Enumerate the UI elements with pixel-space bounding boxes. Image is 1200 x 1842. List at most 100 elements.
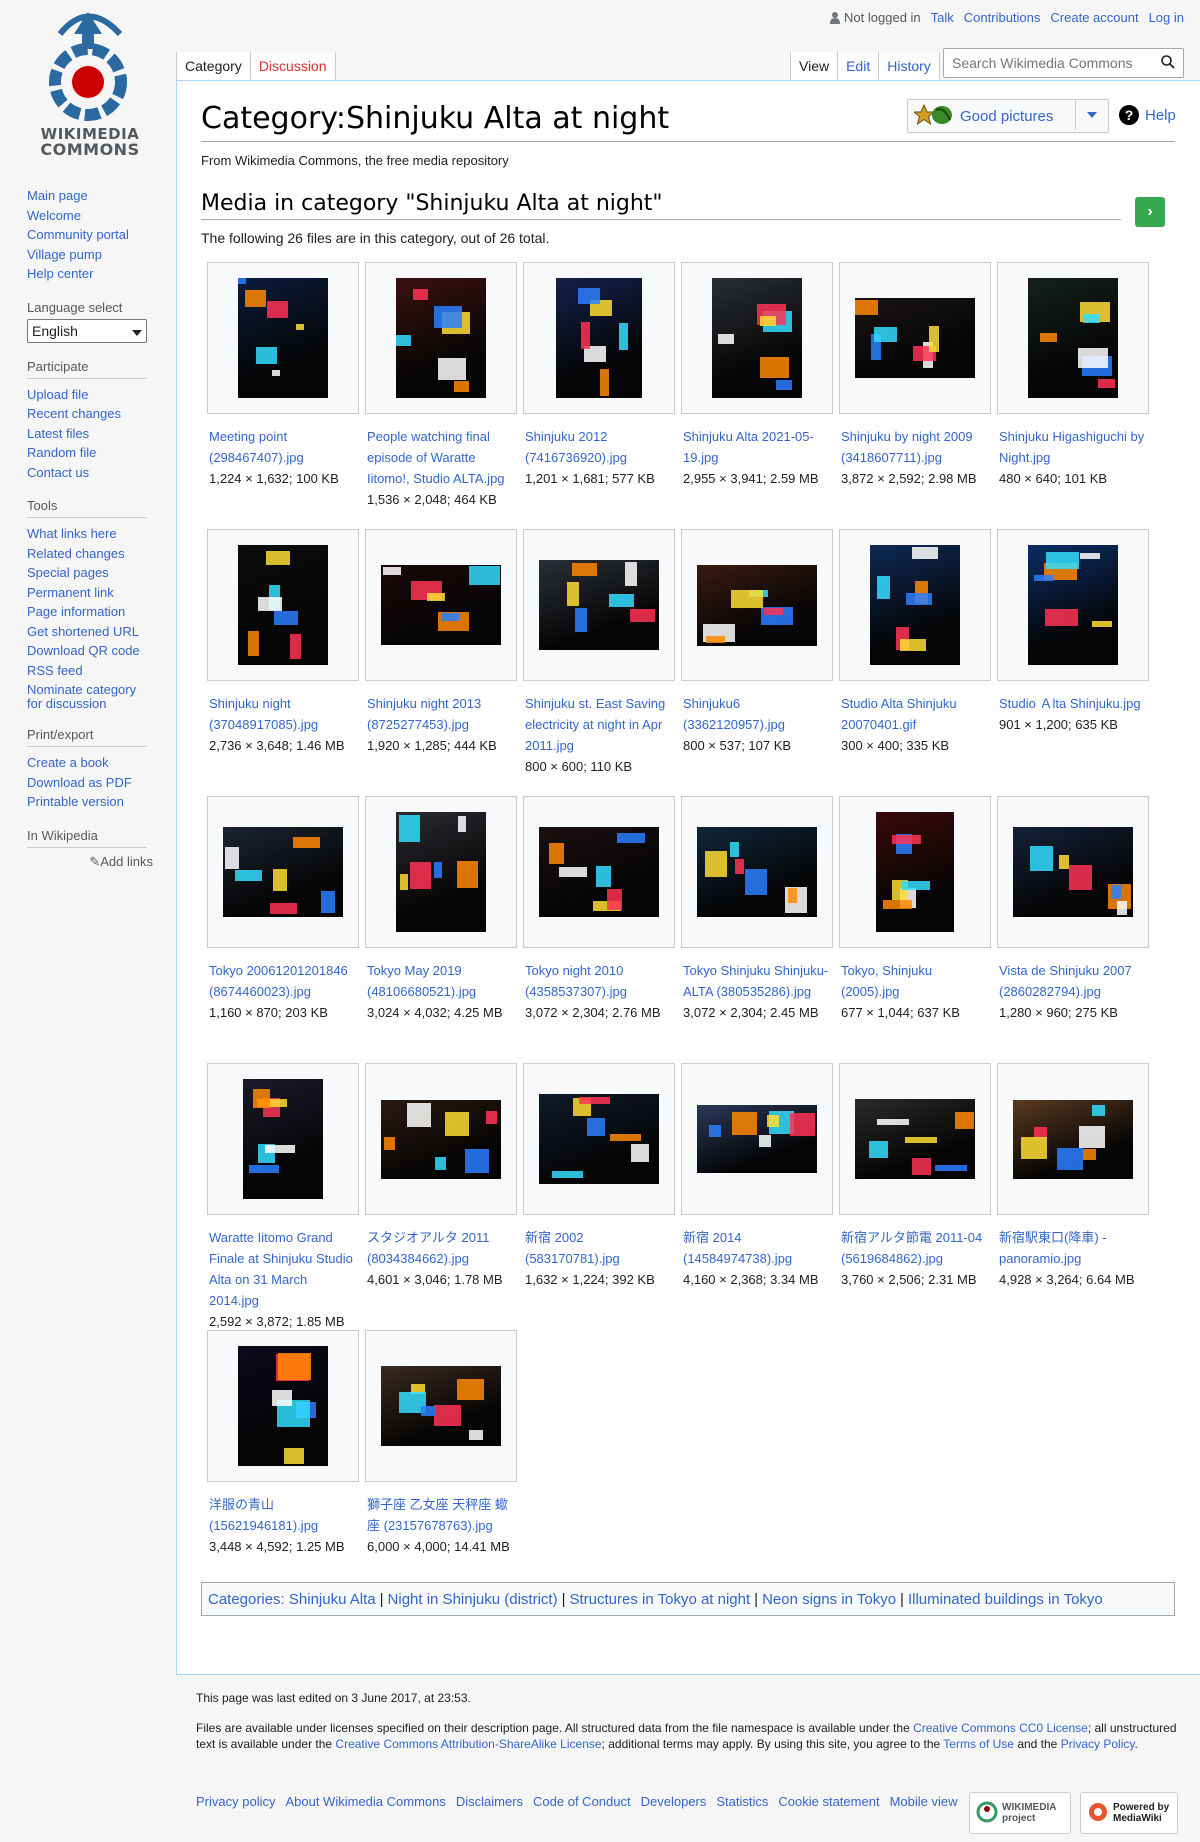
file-name-link[interactable]: People watching final episode of Waratte… [367, 426, 515, 489]
thumbnail-image[interactable] [697, 1105, 817, 1173]
thumbnail-frame[interactable] [365, 796, 517, 948]
sidebar-participate-item-4[interactable]: Contact us [27, 463, 153, 483]
footer-link[interactable]: Privacy policy [196, 1794, 275, 1809]
file-name-link[interactable]: Tokyo, Shinjuku (2005).jpg [841, 960, 989, 1002]
thumbnail-frame[interactable] [839, 529, 991, 681]
category-link[interactable]: Night in Shinjuku (district) [388, 1591, 558, 1608]
thumbnail-frame[interactable] [207, 529, 359, 681]
footer-link[interactable]: Mobile view [890, 1794, 958, 1809]
thumbnail-frame[interactable] [365, 1330, 517, 1482]
sidebar-nav-item-1[interactable]: Welcome [27, 206, 153, 226]
footer-link[interactable]: Statistics [716, 1794, 768, 1809]
sidebar-tools-item-0[interactable]: What links here [27, 524, 153, 544]
sidebar-nav-item-3[interactable]: Village pump [27, 245, 153, 265]
file-name-link[interactable]: Vista de Shinjuku 2007 (2860282794).jpg [999, 960, 1147, 1002]
sidebar-tools-item-6[interactable]: Download QR code [27, 641, 153, 661]
file-name-link[interactable]: Tokyo Shinjuku Shinjuku-ALTA (380535286)… [683, 960, 831, 1002]
sidebar-tools-item-8[interactable]: Nominate category for discussion [27, 683, 153, 711]
sidebar-tools-item-1[interactable]: Related changes [27, 544, 153, 564]
sidebar-participate-item-0[interactable]: Upload file [27, 385, 153, 405]
thumbnail-image[interactable] [238, 545, 328, 665]
thumbnail-frame[interactable] [523, 262, 675, 414]
file-name-link[interactable]: スタジオアルタ 2011 (8034384662).jpg [367, 1227, 515, 1269]
tab-edit[interactable]: Edit [838, 52, 880, 80]
file-name-link[interactable]: 洋服の青山 (15621946181).jpg [209, 1494, 357, 1536]
thumbnail-frame[interactable] [207, 1330, 359, 1482]
wikimedia-project-badge[interactable]: WIKIMEDIA project [969, 1792, 1071, 1834]
file-name-link[interactable]: Shinjuku Alta 2021-05-19.jpg [683, 426, 831, 468]
cc0-license-link[interactable]: Creative Commons CC0 License [913, 1721, 1088, 1735]
thumbnail-image[interactable] [381, 565, 501, 645]
thumbnail-image[interactable] [556, 278, 642, 398]
file-name-link[interactable]: 新宿 2014 (14584974738).jpg [683, 1227, 831, 1269]
site-logo[interactable]: WIKIMEDIA COMMONS [30, 4, 150, 159]
terms-of-use-link[interactable]: Terms of Use [943, 1737, 1014, 1751]
tab-history[interactable]: History [879, 52, 940, 80]
sidebar-participate-item-2[interactable]: Latest files [27, 424, 153, 444]
chevron-down-icon[interactable] [1075, 100, 1108, 130]
thumbnail-image[interactable] [697, 827, 817, 917]
add-links[interactable]: ✎Add links [27, 854, 153, 870]
file-name-link[interactable]: Shinjuku Higashiguchi by Night.jpg [999, 426, 1147, 468]
language-select[interactable]: English [27, 318, 147, 343]
sidebar-tools-item-2[interactable]: Special pages [27, 563, 153, 583]
next-page-button[interactable]: › [1135, 197, 1165, 227]
file-name-link[interactable]: Tokyo night 2010 (4358537307).jpg [525, 960, 673, 1002]
thumbnail-image[interactable] [1013, 1099, 1133, 1179]
thumbnail-image[interactable] [1028, 545, 1118, 665]
file-name-link[interactable]: 新宿アルタ節電 2011-04 (5619684862).jpg [841, 1227, 989, 1269]
category-link[interactable]: Shinjuku Alta [289, 1591, 376, 1608]
file-name-link[interactable]: Shinjuku night (37048917085).jpg [209, 693, 357, 735]
file-name-link[interactable]: Tokyo 20061201201846 (8674460023).jpg [209, 960, 357, 1002]
file-name-link[interactable]: Waratte Iitomo Grand Finale at Shinjuku … [209, 1227, 357, 1311]
create-account-link[interactable]: Create account [1050, 10, 1138, 25]
thumbnail-image[interactable] [1028, 278, 1118, 398]
thumbnail-frame[interactable] [365, 1063, 517, 1215]
log-in-link[interactable]: Log in [1149, 10, 1184, 25]
file-name-link[interactable]: Shinjuku by night 2009 (3418607711).jpg [841, 426, 989, 468]
thumbnail-image[interactable] [396, 278, 486, 398]
sidebar-participate-item-3[interactable]: Random file [27, 443, 153, 463]
thumbnail-frame[interactable] [839, 796, 991, 948]
footer-link[interactable]: Developers [641, 1794, 707, 1809]
thumbnail-frame[interactable] [997, 796, 1149, 948]
thumbnail-frame[interactable] [365, 529, 517, 681]
thumbnail-frame[interactable] [523, 529, 675, 681]
thumbnail-image[interactable] [381, 1099, 501, 1179]
thumbnail-frame[interactable] [839, 1063, 991, 1215]
thumbnail-frame[interactable] [681, 1063, 833, 1215]
thumbnail-image[interactable] [855, 298, 975, 378]
thumbnail-frame[interactable] [681, 796, 833, 948]
sidebar-nav-item-4[interactable]: Help center [27, 264, 153, 284]
thumbnail-frame[interactable] [207, 262, 359, 414]
powered-by-mediawiki-badge[interactable]: Powered by MediaWiki [1080, 1792, 1178, 1834]
thumbnail-frame[interactable] [207, 796, 359, 948]
search-icon[interactable] [1161, 54, 1175, 72]
sidebar-print-item-1[interactable]: Download as PDF [27, 773, 153, 793]
sidebar-print-item-0[interactable]: Create a book [27, 753, 153, 773]
file-name-link[interactable]: Studio Alta Shinjuku 20070401.gif [841, 693, 989, 735]
thumbnail-frame[interactable] [839, 262, 991, 414]
talk-link[interactable]: Talk [931, 10, 954, 25]
thumbnail-image[interactable] [223, 827, 343, 917]
thumbnail-frame[interactable] [207, 1063, 359, 1215]
thumbnail-image[interactable] [539, 827, 659, 917]
thumbnail-image[interactable] [712, 278, 802, 398]
thumbnail-image[interactable] [855, 1099, 975, 1179]
file-name-link[interactable]: Shinjuku st. East Saving electricity at … [525, 693, 673, 756]
cc-by-sa-license-link[interactable]: Creative Commons Attribution-ShareAlike … [335, 1737, 601, 1751]
privacy-policy-inline-link[interactable]: Privacy Policy [1061, 1737, 1135, 1751]
footer-link[interactable]: Cookie statement [778, 1794, 879, 1809]
sidebar-nav-item-2[interactable]: Community portal [27, 225, 153, 245]
file-name-link[interactable]: Studio Ａlta Shinjuku.jpg [999, 693, 1147, 714]
file-name-link[interactable]: Shinjuku night 2013 (8725277453).jpg [367, 693, 515, 735]
sidebar-tools-item-3[interactable]: Permanent link [27, 583, 153, 603]
sidebar-nav-item-0[interactable]: Main page [27, 186, 153, 206]
thumbnail-frame[interactable] [997, 262, 1149, 414]
search-input[interactable]: Search Wikimedia Commons [943, 48, 1184, 78]
sidebar-tools-item-7[interactable]: RSS feed [27, 661, 153, 681]
footer-link[interactable]: Code of Conduct [533, 1794, 631, 1809]
file-name-link[interactable]: Tokyo May 2019 (48106680521).jpg [367, 960, 515, 1002]
thumbnail-image[interactable] [539, 560, 659, 650]
tab-view[interactable]: View [790, 52, 839, 80]
